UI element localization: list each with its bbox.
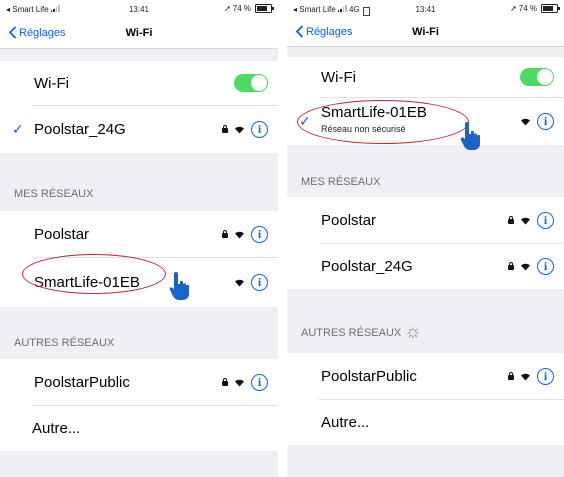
- wifi-icon: [520, 262, 531, 271]
- lock-icon: [508, 216, 514, 224]
- phone-screen-left: ◂ Smart Life 13:41 ➚ 74 % Réglages Wi-Fi…: [0, 0, 278, 477]
- lock-icon: [222, 125, 228, 133]
- other-network-row[interactable]: Autre...: [0, 405, 278, 451]
- wifi-icon: [234, 125, 245, 134]
- info-icon[interactable]: i: [251, 373, 268, 391]
- status-right: ➚ 74 %: [224, 4, 274, 13]
- network-row[interactable]: Poolstar i: [0, 211, 278, 257]
- info-icon[interactable]: i: [537, 211, 554, 229]
- info-icon[interactable]: i: [251, 225, 268, 243]
- status-bar: ◂ Smart Life 13:41 ➚ 74 %: [0, 0, 278, 18]
- page-title: Wi-Fi: [412, 26, 439, 38]
- other-networks-header: AUTRES RÉSEAUX: [301, 327, 402, 339]
- status-right: ➚ 74 %: [510, 4, 560, 13]
- network-name: Poolstar_24G: [34, 120, 126, 138]
- navigation-bar: Réglages Wi-Fi: [287, 18, 564, 47]
- network-row[interactable]: Poolstar_24G i: [287, 243, 564, 289]
- wifi-toggle[interactable]: [520, 68, 554, 86]
- status-bar: ◂ Smart Life 4G 13:41 ➚ 74 %: [287, 0, 564, 18]
- other-network-label: Autre...: [321, 413, 370, 431]
- phone-screen-right: ◂ Smart Life 4G 13:41 ➚ 74 % Réglages Wi…: [287, 0, 564, 477]
- network-name: PoolstarPublic: [321, 367, 417, 385]
- battery-percent: 74 %: [232, 4, 251, 13]
- wifi-toggle[interactable]: [234, 74, 268, 92]
- navigation-bar: Réglages Wi-Fi: [0, 18, 278, 49]
- info-icon[interactable]: i: [537, 112, 554, 130]
- network-row[interactable]: SmartLife-01EB i: [0, 257, 278, 307]
- info-icon[interactable]: i: [537, 257, 554, 275]
- wifi-icon: [234, 378, 245, 387]
- network-name: Poolstar: [321, 211, 377, 229]
- wifi-icon: [234, 230, 245, 239]
- network-row[interactable]: Poolstar i: [287, 197, 564, 243]
- lock-icon: [222, 378, 228, 386]
- info-icon[interactable]: i: [251, 273, 268, 291]
- wifi-toggle-row: Wi-Fi: [0, 61, 278, 105]
- my-networks-header: MES RÉSEAUX: [301, 176, 381, 188]
- network-name: Poolstar_24G: [321, 257, 413, 275]
- location-icon: ➚: [224, 4, 231, 13]
- spinner-icon: [407, 327, 419, 339]
- network-name: PoolstarPublic: [34, 373, 130, 391]
- network-row[interactable]: PoolstarPublic i: [0, 359, 278, 405]
- wifi-icon: [234, 278, 245, 287]
- my-networks-header: MES RÉSEAUX: [14, 188, 94, 200]
- other-network-label: Autre...: [32, 419, 81, 437]
- battery-icon: [255, 4, 274, 13]
- lock-icon: [508, 372, 514, 380]
- battery-icon: [541, 4, 560, 13]
- wifi-icon: [520, 372, 531, 381]
- network-name: SmartLife-01EB: [34, 273, 140, 291]
- wifi-icon: [520, 117, 531, 126]
- other-networks-header: AUTRES RÉSEAUX: [14, 337, 115, 349]
- network-row[interactable]: PoolstarPublic i: [287, 353, 564, 399]
- wifi-label: Wi-Fi: [34, 74, 69, 92]
- battery-percent: 74 %: [518, 4, 537, 13]
- wifi-label: Wi-Fi: [321, 68, 356, 86]
- connected-network-row[interactable]: ✓ Poolstar_24G i: [0, 105, 278, 153]
- network-security-subtitle: Réseau non sécurisé: [321, 124, 406, 134]
- network-name: SmartLife-01EB: [321, 104, 427, 121]
- network-name: Poolstar: [34, 225, 90, 243]
- info-icon[interactable]: i: [537, 367, 554, 385]
- checkmark-icon: ✓: [12, 120, 24, 137]
- location-icon: ➚: [510, 4, 517, 13]
- other-network-row[interactable]: Autre...: [287, 399, 564, 445]
- info-icon[interactable]: i: [251, 120, 268, 138]
- lock-icon: [508, 262, 514, 270]
- wifi-toggle-row: Wi-Fi: [287, 57, 564, 97]
- wifi-icon: [520, 216, 531, 225]
- connected-network-row[interactable]: ✓ SmartLife-01EB Réseau non sécurisé i: [287, 97, 564, 145]
- checkmark-icon: ✓: [299, 112, 311, 129]
- lock-icon: [222, 230, 228, 238]
- page-title: Wi-Fi: [125, 27, 153, 39]
